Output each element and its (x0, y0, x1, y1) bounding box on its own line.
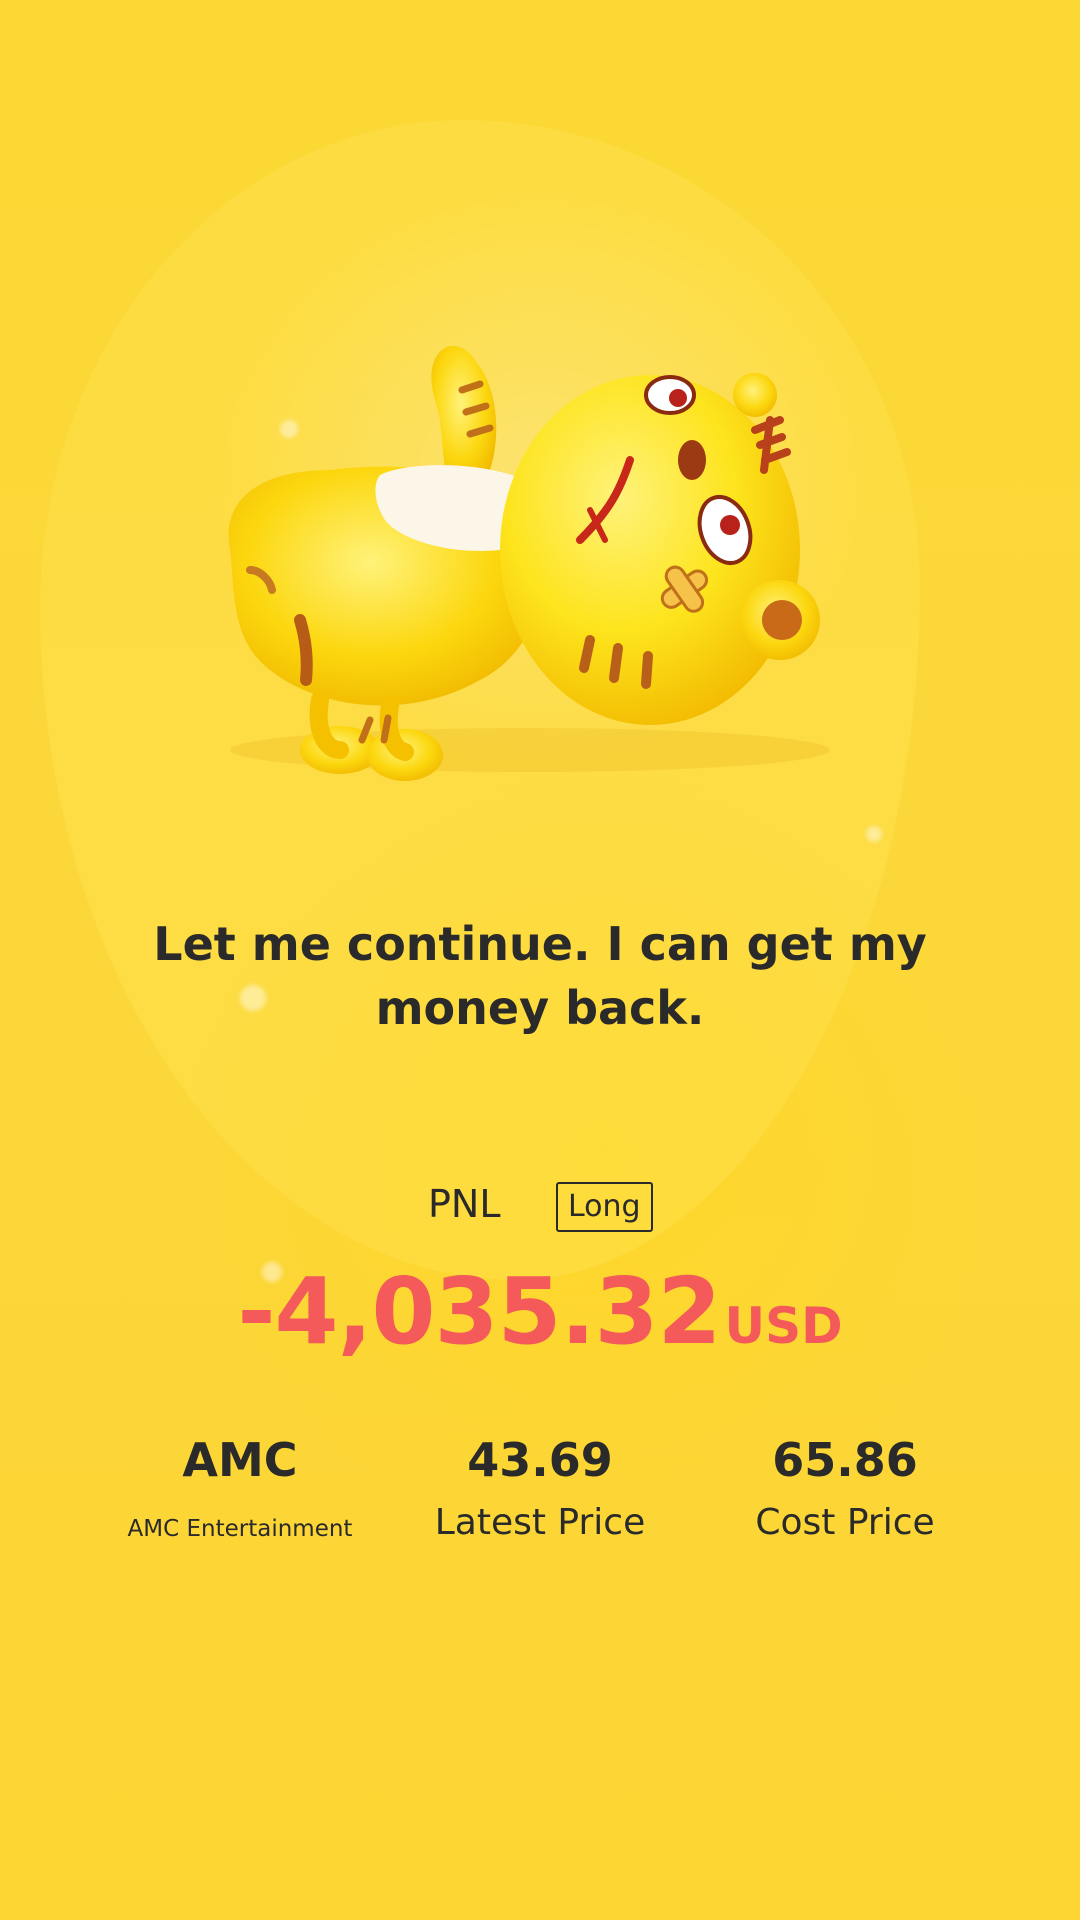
pnl-header: PNL Long (0, 1180, 1080, 1234)
latest-price-label: Latest Price (434, 1502, 646, 1543)
cost-price-value: 65.86 (772, 1433, 918, 1487)
headline: Let me continue. I can get my money back… (153, 917, 927, 1035)
stock-stats: AMC AMC Entertainment 43.69 Latest Price… (0, 1432, 1080, 1572)
cost-price: 65.86 Cost Price (695, 1432, 995, 1544)
position-badge: Long (556, 1182, 653, 1232)
cost-price-label: Cost Price (755, 1502, 935, 1543)
latest-price: 43.69 Latest Price (390, 1432, 690, 1544)
stock-info: AMC AMC Entertainment (90, 1432, 390, 1550)
pnl-currency: USD (724, 1297, 843, 1355)
pnl-label: PNL (428, 1182, 501, 1226)
pnl-share-card: { "headline": "Let me continue. I can ge… (0, 0, 1080, 1920)
pnl-amount: -4,035.32USD (0, 1258, 1080, 1365)
tiger-mascot-lying-down-icon (228, 345, 830, 781)
stock-ticker: AMC (182, 1433, 298, 1487)
latest-price-value: 43.69 (467, 1433, 613, 1487)
pnl-value: -4,035.32 (237, 1258, 721, 1365)
stock-name: AMC Entertainment (127, 1516, 353, 1542)
sparkle (866, 826, 882, 842)
